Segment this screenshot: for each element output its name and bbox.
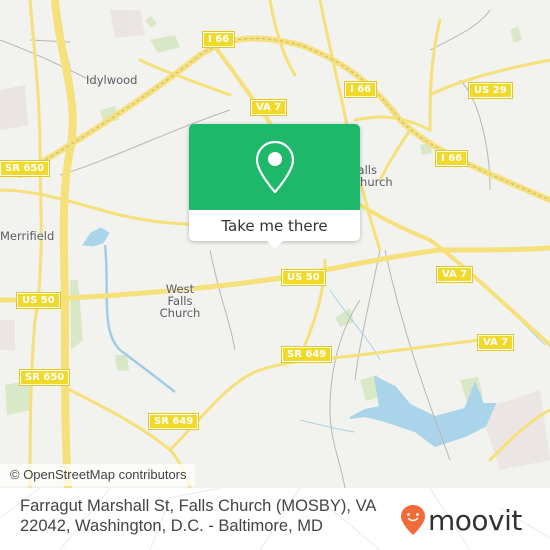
moovit-wordmark: moovit [428,503,522,537]
address-text: Farragut Marshall St, Falls Church (MOSB… [20,497,376,535]
road-shield-va7: VA 7 [476,334,515,351]
moovit-pin-icon [401,505,425,535]
map-attribution[interactable]: © OpenStreetMap contributors [0,464,195,486]
road-shield-sr650: SR 650 [18,369,71,386]
road-shield-sr650: SR 650 [0,160,51,177]
road-shield-us50: US 50 [16,292,61,309]
place-label-idylwood: Idylwood [86,73,138,87]
map-pin-icon [255,140,294,194]
place-label-merrifield: Merrifield [0,229,55,243]
road-shield-sr649: SR 649 [280,346,333,363]
destination-popup: Take me there [189,124,360,249]
popup-header [189,124,360,210]
road-shield-sr649: SR 649 [147,413,200,430]
road-shield-i66: I 66 [434,150,469,167]
popup-pointer [267,241,283,249]
place-label-west-falls-church: West Falls Church [152,283,208,319]
road-shield-us29: US 29 [468,82,513,99]
road-shield-i66: I 66 [201,31,236,48]
map[interactable]: I 66 I 66 I 66 US 29 VA 7 SR 650 US 50 U… [0,0,550,488]
road-shield-va7: VA 7 [249,99,288,116]
road-shield-va7: VA 7 [435,266,474,283]
place-label-line: Church [159,306,201,320]
moovit-logo[interactable]: moovit [400,500,540,540]
take-me-there-button[interactable]: Take me there [189,210,360,241]
road-shield-i66: I 66 [343,81,378,98]
road-shield-us50: US 50 [281,269,326,286]
